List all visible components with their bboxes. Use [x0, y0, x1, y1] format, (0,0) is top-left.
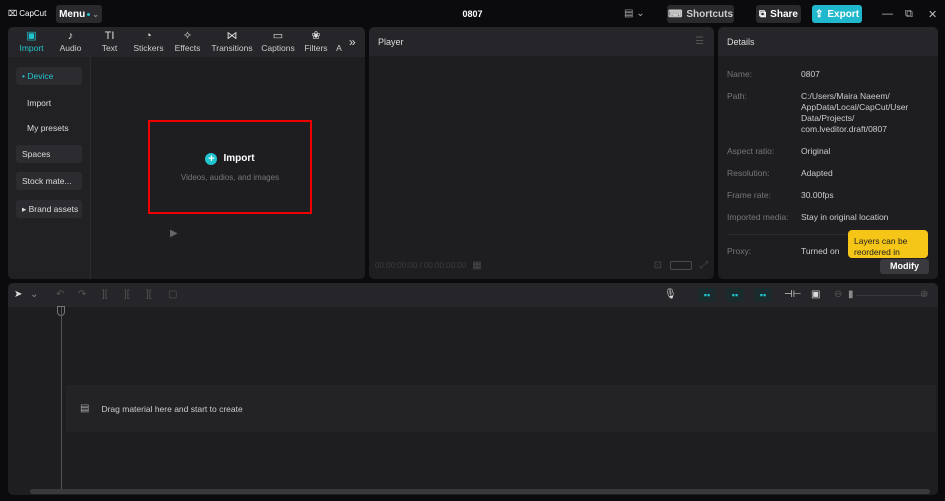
sidebar-item-import[interactable]: Import	[16, 94, 82, 112]
detail-row: Name: 0807	[727, 69, 820, 79]
select-cursor-icon[interactable]: ➤	[14, 289, 22, 300]
export-icon: ⇪	[814, 8, 824, 20]
chevron-down-icon[interactable]: ⌄	[30, 289, 38, 300]
microphone-icon[interactable]: 🎙	[664, 289, 677, 300]
split-left-icon[interactable]: ][	[124, 289, 130, 300]
audio-icon: ♪	[67, 30, 74, 42]
timeline-panel: ➤ ⌄ ↶ ↷ ][ ][ ][ ▢ 🎙 ▪▪ ▪▪ ▪▪ ⊣⊢ ▣ ⊖ ▮ ⊕…	[8, 283, 938, 495]
timeline-scrollbar[interactable]	[30, 489, 930, 494]
modify-button[interactable]: Modify	[880, 259, 929, 274]
tab-stickers[interactable]: ◔ Stickers	[129, 27, 168, 57]
minimize-button[interactable]: —	[882, 8, 893, 20]
share-button[interactable]: ⧉ Share	[756, 5, 801, 23]
redo-icon[interactable]: ↷	[78, 289, 86, 300]
preview-axis-icon[interactable]: ⊣⊢	[784, 289, 801, 300]
text-icon: TI	[104, 30, 115, 42]
sidebar-item-stock-material[interactable]: Stock mate...	[16, 172, 82, 190]
import-hint: Videos, audios, and images	[180, 172, 280, 182]
captions-icon: ▭	[272, 30, 284, 42]
sidebar-item-my-presets[interactable]: My presets	[16, 119, 82, 137]
zoom-slider-handle[interactable]: ▮	[848, 289, 854, 300]
details-title: Details	[718, 27, 938, 56]
fullscreen-icon[interactable]: ⤢	[700, 260, 708, 271]
tab-adjustment[interactable]: A	[333, 27, 345, 57]
sidebar-item-device[interactable]: • Device	[16, 67, 82, 85]
drop-hint: Drag material here and start to create	[101, 403, 243, 414]
split-icon[interactable]: ][	[102, 289, 108, 300]
layers-tooltip: Layers can be reordered in	[848, 230, 928, 258]
zoom-out-icon[interactable]: ⊖	[834, 289, 842, 300]
media-panel: ▣ Import ♪ Audio TI Text ◔ Stickers ✧ Effects…	[8, 27, 365, 279]
sidebar-item-spaces[interactable]: Spaces	[16, 145, 82, 163]
main-track-magnet-icon[interactable]: ▪▪	[698, 288, 716, 302]
menu-icon[interactable]: ☰	[695, 36, 704, 47]
linkage-icon[interactable]: ▪▪	[754, 288, 772, 302]
tab-transitions[interactable]: ⋈ Transitions	[207, 27, 257, 57]
export-button[interactable]: ⇪ Export	[812, 5, 862, 23]
import-label: Import	[223, 153, 255, 164]
project-title: 0807	[462, 9, 483, 19]
undo-icon[interactable]: ↶	[56, 289, 64, 300]
tab-filters[interactable]: ❀ Filters	[299, 27, 333, 57]
detail-row: Path: C:/Users/Maira Naeem/ AppData/Local…	[727, 91, 909, 134]
tab-text[interactable]: TI Text	[90, 27, 129, 57]
film-icon: ▤	[80, 403, 90, 414]
player-title: Player	[369, 27, 714, 56]
filters-icon: ❀	[311, 30, 321, 42]
media-tabs: ▣ Import ♪ Audio TI Text ◔ Stickers ✧ Effects…	[8, 27, 365, 57]
play-button[interactable]: ▶	[170, 228, 178, 239]
zoom-slider[interactable]	[856, 295, 926, 296]
close-button[interactable]: ✕	[928, 8, 937, 21]
delete-icon[interactable]: ▢	[168, 289, 177, 300]
detail-row: Resolution: Adapted	[727, 168, 833, 178]
detail-row: Imported media: Stay in original location	[727, 212, 889, 222]
restore-button[interactable]: ⧉	[905, 8, 913, 21]
more-tabs-icon[interactable]: »	[345, 27, 356, 57]
ratio-button[interactable]	[670, 260, 692, 270]
plus-icon: +	[205, 152, 218, 165]
player-panel: Player ☰ 00:00:00:00 / 00:00:00:00 ▦ ⊡ ⤢	[369, 27, 714, 279]
playhead[interactable]	[61, 307, 62, 489]
tab-effects[interactable]: ✧ Effects	[168, 27, 207, 57]
media-sidebar: • Device Import My presets Spaces Stock …	[8, 57, 91, 279]
auto-snap-icon[interactable]: ▪▪	[726, 288, 744, 302]
thumbnail-icon[interactable]: ▣	[811, 289, 820, 300]
sidebar-item-brand-assets[interactable]: ▸ Brand assets	[16, 200, 82, 218]
timeline-toolbar: ➤ ⌄ ↶ ↷ ][ ][ ][ ▢ 🎙 ▪▪ ▪▪ ▪▪ ⊣⊢ ▣ ⊖ ▮ ⊕	[8, 283, 938, 307]
tab-audio[interactable]: ♪ Audio	[51, 27, 90, 57]
zoom-in-icon[interactable]: ⊕	[920, 289, 928, 300]
keyboard-icon: ⌨	[667, 8, 683, 20]
split-right-icon[interactable]: ][	[146, 289, 152, 300]
player-controls: 00:00:00:00 / 00:00:00:00 ▦ ⊡ ⤢	[369, 251, 714, 279]
import-drop-area[interactable]: + Import Videos, audios, and images	[148, 120, 312, 214]
timecode: 00:00:00:00 / 00:00:00:00	[375, 260, 467, 270]
layout-icon[interactable]: ▤ ⌄	[624, 8, 645, 19]
detail-row: Aspect ratio: Original	[727, 146, 831, 156]
transitions-icon: ⋈	[226, 30, 238, 42]
sticker-icon: ◔	[145, 30, 152, 42]
grid-icon[interactable]: ▦	[472, 260, 481, 271]
timeline-drop-zone[interactable]: ▤ Drag material here and start to create	[66, 385, 936, 432]
fit-icon[interactable]: ⊡	[654, 260, 662, 271]
shortcuts-button[interactable]: ⌨ Shortcuts	[667, 5, 734, 23]
tab-import[interactable]: ▣ Import	[12, 27, 51, 57]
share-icon: ⧉	[759, 8, 767, 20]
tab-captions[interactable]: ▭ Captions	[257, 27, 299, 57]
effects-icon: ✧	[182, 30, 193, 42]
import-icon: ▣	[26, 30, 37, 42]
detail-row: Frame rate: 30.00fps	[727, 190, 834, 200]
